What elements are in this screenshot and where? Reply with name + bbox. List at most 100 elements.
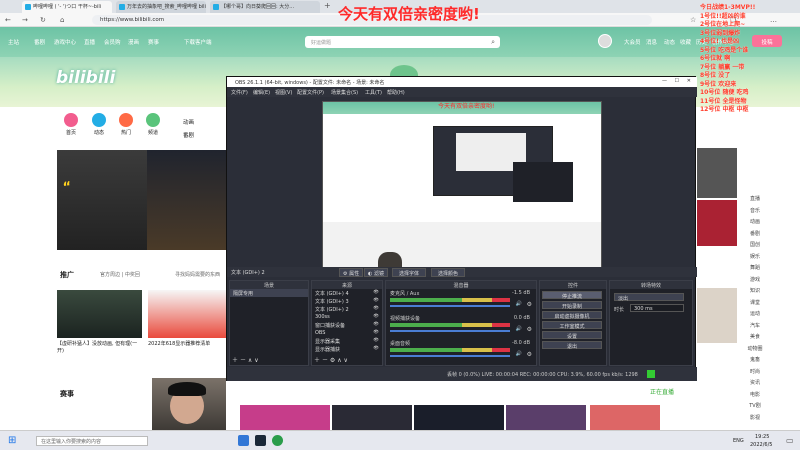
source-item[interactable]: OBS 👁 xyxy=(312,329,382,337)
nav-favorites[interactable]: 收藏 xyxy=(680,38,691,46)
speaker-icon[interactable]: 🔊 xyxy=(516,351,522,357)
forward-icon[interactable]: → xyxy=(22,16,28,24)
eye-lock-icon[interactable]: 👁 xyxy=(373,314,379,320)
source-item[interactable]: 显示器采集 👁 xyxy=(312,337,382,345)
eye-lock-icon[interactable]: 👁 xyxy=(373,306,379,312)
nav-live[interactable]: 直播 xyxy=(84,38,95,46)
obs-preview-canvas[interactable]: 今天有双倍亲密度哟! xyxy=(322,101,602,276)
category-link[interactable]: 舞蹈 xyxy=(745,264,765,276)
favorites-icon[interactable]: ☆ xyxy=(690,16,696,24)
move-down-icon[interactable]: ∨ xyxy=(344,357,348,364)
category-link[interactable]: 国创 xyxy=(745,241,765,253)
menu-scene-collection[interactable]: 场景集合(S) xyxy=(331,89,358,96)
category-link[interactable]: 游戏 xyxy=(745,276,765,288)
category-link[interactable]: 资讯 xyxy=(745,379,765,391)
control-button-2[interactable]: 启动虚拟摄像机 xyxy=(542,311,602,320)
channel-home[interactable]: 首页 xyxy=(60,113,82,136)
source-item[interactable]: 显示器捕获 👁 xyxy=(312,345,382,353)
scene-item[interactable]: 隔屏专用 xyxy=(230,289,308,297)
remove-scene-icon[interactable]: － xyxy=(240,357,246,364)
gear-icon[interactable]: ⚙ xyxy=(527,326,532,333)
volume-slider[interactable] xyxy=(390,305,510,307)
sub-link-anime[interactable]: 动画 xyxy=(183,118,194,126)
source-item[interactable]: 窗口捕获设备 👁 xyxy=(312,321,382,329)
menu-tools[interactable]: 工具(T) xyxy=(365,89,382,96)
event-thumb[interactable] xyxy=(240,405,330,430)
menu-profile[interactable]: 配置文件(P) xyxy=(297,89,324,96)
browser-tab-bilibili[interactable]: 哔哩哔哩 ( '- ')つ口 干杯~-bili xyxy=(22,1,112,13)
category-link[interactable]: 番剧 xyxy=(745,230,765,242)
category-link[interactable]: 时尚 xyxy=(745,368,765,380)
event-thumb[interactable] xyxy=(332,405,412,430)
remove-source-icon[interactable]: － xyxy=(322,357,328,364)
speaker-icon[interactable]: 🔊 xyxy=(516,326,522,332)
category-link[interactable]: 运动 xyxy=(745,310,765,322)
add-scene-icon[interactable]: ＋ xyxy=(232,357,238,364)
category-link[interactable]: 直播 xyxy=(745,195,765,207)
eye-lock-icon[interactable]: 👁 xyxy=(373,330,379,336)
edge-app-icon[interactable] xyxy=(238,435,249,446)
browser-tab-video[interactable]: 【哪个哥】向日葵爬回回: 大分... xyxy=(210,1,320,13)
minimize-icon[interactable]: — xyxy=(662,78,667,84)
channel-channel[interactable]: 频道 xyxy=(142,113,164,136)
properties-button[interactable]: ⚙ 属性 xyxy=(339,268,364,277)
eye-lock-icon[interactable]: 👁 xyxy=(373,338,379,344)
category-link[interactable]: 娱乐 xyxy=(745,253,765,265)
bili-search-input[interactable]: 好运做题 ⌕ xyxy=(305,36,500,48)
move-up-icon[interactable]: ∧ xyxy=(248,357,252,364)
video-title-1[interactable]: 【虚研补猛人】没放动画, 但有理(一开) xyxy=(57,341,142,355)
right-thumb[interactable] xyxy=(697,200,737,246)
category-link[interactable]: TV剧 xyxy=(745,402,765,414)
category-link[interactable]: 鬼畜 xyxy=(745,356,765,368)
source-item[interactable]: 文本 (GDI+) 4 👁 xyxy=(312,289,382,297)
category-link[interactable]: 音乐 xyxy=(745,207,765,219)
category-link[interactable]: 知识 xyxy=(745,287,765,299)
channel-hot[interactable]: 热门 xyxy=(115,113,137,136)
nav-download[interactable]: 下载客户端 xyxy=(184,38,212,46)
speaker-icon[interactable]: 🔊 xyxy=(516,301,522,307)
move-down-icon[interactable]: ∨ xyxy=(254,357,258,364)
category-link[interactable]: 汽车 xyxy=(745,322,765,334)
menu-icon[interactable]: … xyxy=(770,16,777,24)
menu-file[interactable]: 文件(F) xyxy=(231,89,248,96)
menu-view[interactable]: 视图(V) xyxy=(275,89,292,96)
source-item[interactable]: 文本 (GDI+) 2 👁 xyxy=(312,305,382,313)
select-color-button[interactable]: 选择颜色 xyxy=(431,268,465,277)
language-indicator[interactable]: ENG xyxy=(733,438,744,444)
avatar[interactable] xyxy=(598,34,612,48)
back-icon[interactable]: ← xyxy=(5,16,11,24)
event-thumb[interactable] xyxy=(506,405,586,430)
source-item[interactable]: 文本 (GDI+) 3 👁 xyxy=(312,297,382,305)
video-title-2[interactable]: 2022年618显示器推荐清单 xyxy=(148,341,226,348)
control-button-4[interactable]: 设置 xyxy=(542,331,602,340)
transition-select[interactable]: 淡出 xyxy=(614,293,684,302)
clock-date[interactable]: 2022/6/5 xyxy=(750,442,772,448)
eye-lock-icon[interactable]: 👁 xyxy=(373,298,379,304)
featured-card[interactable] xyxy=(147,150,227,250)
new-tab-button[interactable]: + xyxy=(324,1,331,10)
nav-manga[interactable]: 漫画 xyxy=(128,38,139,46)
home-icon[interactable]: ⌂ xyxy=(60,16,64,24)
maximize-icon[interactable]: ☐ xyxy=(675,78,679,84)
steam-app-icon[interactable] xyxy=(255,435,266,446)
nav-bangumi[interactable]: 番剧 xyxy=(34,38,45,46)
nav-dynamics[interactable]: 动态 xyxy=(664,38,675,46)
category-link[interactable]: 电影 xyxy=(745,391,765,403)
duration-input[interactable]: 300 ms xyxy=(630,304,684,312)
nav-mall[interactable]: 会员购 xyxy=(104,38,121,46)
gear-icon[interactable]: ⚙ xyxy=(527,301,532,308)
right-thumb[interactable] xyxy=(697,288,737,343)
search-icon[interactable]: ⌕ xyxy=(491,38,495,47)
promo-item[interactable]: 寻找妈妈需要的东西 xyxy=(175,271,220,278)
video-thumb-1[interactable] xyxy=(57,290,142,338)
upload-button[interactable]: 投稿 xyxy=(752,35,782,47)
close-icon[interactable]: ✕ xyxy=(687,78,691,84)
source-settings-icon[interactable]: ⚙ xyxy=(330,357,335,364)
category-link[interactable]: 动画 xyxy=(745,218,765,230)
category-link[interactable]: 课堂 xyxy=(745,299,765,311)
nav-game[interactable]: 游戏中心 xyxy=(54,38,76,46)
menu-help[interactable]: 帮助(H) xyxy=(387,89,405,96)
event-thumb[interactable] xyxy=(590,405,660,430)
control-button-1[interactable]: 开始录制 xyxy=(542,301,602,310)
category-link[interactable]: 美食 xyxy=(745,333,765,345)
